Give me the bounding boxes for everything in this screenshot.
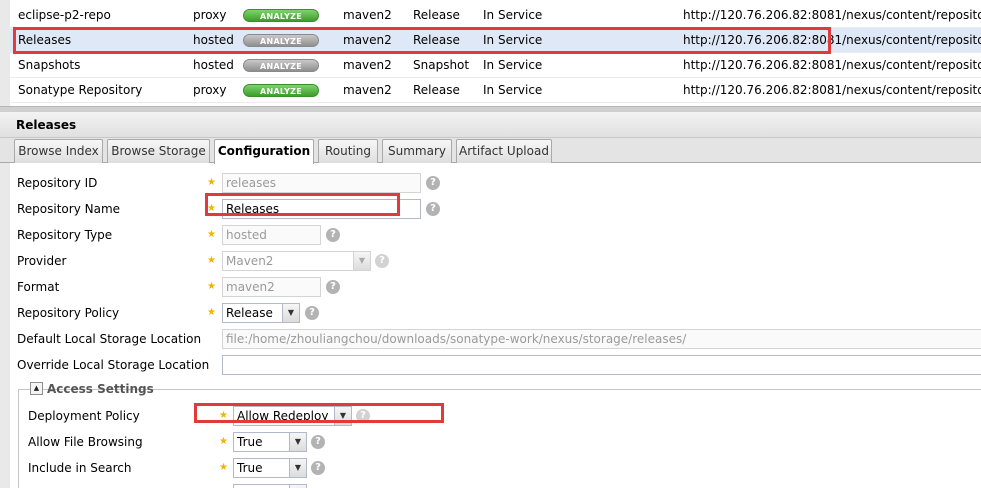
cut-off-select[interactable] — [233, 484, 307, 488]
repo-format-cell: maven2 — [343, 8, 392, 22]
chevron-down-icon[interactable]: ▼ — [334, 407, 351, 425]
default-storage-label: Default Local Storage Location — [17, 332, 202, 346]
chevron-down-icon[interactable]: ▼ — [289, 433, 306, 451]
include-in-search-label: Include in Search — [28, 461, 132, 475]
access-settings-fieldset — [18, 389, 981, 488]
repo-policy-cell: Release — [413, 33, 460, 47]
tab-routing[interactable]: Routing — [318, 139, 378, 163]
collapse-toggle-icon[interactable]: ▲ — [30, 382, 43, 395]
format-label: Format — [17, 280, 60, 294]
repository-type-label: Repository Type — [17, 228, 113, 242]
help-icon[interactable]: ? — [375, 254, 389, 268]
allow-file-browsing-select[interactable]: True ▼ — [233, 432, 307, 452]
analyze-button[interactable]: ANALYZE — [243, 34, 319, 47]
repository-policy-label: Repository Policy — [17, 306, 120, 320]
analyze-button[interactable]: ANALYZE — [243, 59, 319, 72]
deployment-policy-select[interactable]: Allow Redeploy ▼ — [233, 406, 352, 426]
help-icon[interactable]: ? — [326, 228, 340, 242]
analyze-button[interactable]: ANALYZE — [243, 84, 319, 97]
help-icon[interactable]: ? — [426, 176, 440, 190]
repo-type-cell: hosted — [193, 33, 234, 47]
repo-status-cell: In Service — [483, 8, 543, 22]
repo-url-link[interactable]: http://120.76.206.82:8081/nexus/content/… — [683, 28, 981, 53]
required-star-icon: ★ — [207, 229, 216, 240]
access-settings-title: Access Settings — [47, 382, 154, 396]
tab-configuration[interactable]: Configuration — [214, 139, 314, 164]
deployment-policy-value: Allow Redeploy — [237, 409, 329, 423]
repo-name-cell: Releases — [18, 33, 72, 47]
chevron-down-icon[interactable]: ▼ — [353, 252, 370, 270]
chevron-down-icon[interactable]: ▼ — [289, 459, 306, 477]
repository-name-field[interactable]: Releases — [222, 199, 421, 219]
repo-name-cell: eclipse-p2-repo — [18, 8, 111, 22]
repository-id-label: Repository ID — [17, 176, 98, 190]
repo-type-cell: proxy — [193, 83, 227, 97]
help-icon[interactable]: ? — [311, 461, 325, 475]
required-star-icon: ★ — [219, 410, 228, 421]
help-icon[interactable]: ? — [326, 280, 340, 294]
tab-artifact-upload[interactable]: Artifact Upload — [456, 139, 552, 163]
repo-url-link[interactable]: http://120.76.206.82:8081/nexus/content/… — [683, 3, 981, 28]
tab-browse-storage[interactable]: Browse Storage — [107, 139, 210, 163]
table-row[interactable]: Sonatype Repository proxy ANALYZE maven2… — [10, 78, 981, 103]
analyze-button[interactable]: ANALYZE — [243, 9, 319, 22]
required-star-icon: ★ — [207, 177, 216, 188]
repository-name-label: Repository Name — [17, 202, 121, 216]
tab-summary[interactable]: Summary — [382, 139, 452, 163]
include-in-search-select[interactable]: True ▼ — [233, 458, 307, 478]
panel-title: Releases — [16, 118, 77, 132]
provider-value: Maven2 — [226, 254, 274, 268]
repo-status-cell: In Service — [483, 33, 543, 47]
tab-browse-index[interactable]: Browse Index — [14, 139, 103, 163]
repo-name-cell: Snapshots — [18, 58, 81, 72]
repository-policy-value: Release — [226, 306, 273, 320]
repo-policy-cell: Release — [413, 8, 460, 22]
repo-policy-cell: Snapshot — [413, 58, 470, 72]
allow-file-browsing-label: Allow File Browsing — [28, 435, 143, 449]
required-star-icon: ★ — [207, 307, 216, 318]
required-star-icon: ★ — [219, 462, 228, 473]
include-in-search-value: True — [237, 461, 263, 475]
panel-header: Releases — [0, 112, 981, 138]
help-icon[interactable]: ? — [311, 435, 325, 449]
override-storage-label: Override Local Storage Location — [17, 358, 210, 372]
repo-format-cell: maven2 — [343, 83, 392, 97]
default-storage-field[interactable]: file:/home/zhouliangchou/downloads/sonat… — [222, 329, 981, 349]
repo-format-cell: maven2 — [343, 58, 392, 72]
repo-url-link[interactable]: http://120.76.206.82:8081/nexus/content/… — [683, 78, 981, 103]
provider-label: Provider — [17, 254, 67, 268]
table-row[interactable]: eclipse-p2-repo proxy ANALYZE maven2 Rel… — [10, 3, 981, 28]
repo-format-cell: maven2 — [343, 33, 392, 47]
repository-type-field[interactable]: hosted — [222, 225, 321, 245]
chevron-down-icon[interactable]: ▼ — [282, 304, 299, 322]
required-star-icon: ★ — [207, 281, 216, 292]
repo-status-cell: In Service — [483, 83, 543, 97]
repo-name-cell: Sonatype Repository — [18, 83, 143, 97]
help-icon[interactable]: ? — [356, 409, 370, 423]
repo-url-link[interactable]: http://120.76.206.82:8081/nexus/content/… — [683, 53, 981, 78]
required-star-icon: ★ — [207, 255, 216, 266]
repository-policy-select[interactable]: Release ▼ — [222, 303, 300, 323]
repo-status-cell: In Service — [483, 58, 543, 72]
required-star-icon: ★ — [219, 436, 228, 447]
repo-type-cell: hosted — [193, 58, 234, 72]
form-gutter — [0, 163, 10, 488]
help-icon[interactable]: ? — [426, 202, 440, 216]
table-row[interactable]: Snapshots hosted ANALYZE maven2 Snapshot… — [10, 53, 981, 78]
required-star-icon: ★ — [207, 203, 216, 214]
repo-type-cell: proxy — [193, 8, 227, 22]
tab-strip: Browse Index Browse Storage Configuratio… — [0, 138, 981, 164]
repository-id-field[interactable]: releases — [222, 173, 421, 193]
access-settings-legend: ▲ Access Settings — [30, 380, 154, 398]
override-storage-field[interactable] — [222, 355, 981, 375]
repo-policy-cell: Release — [413, 83, 460, 97]
provider-select[interactable]: Maven2 ▼ — [222, 251, 371, 271]
format-field[interactable]: maven2 — [222, 277, 321, 297]
help-icon[interactable]: ? — [305, 306, 319, 320]
table-row-selected[interactable]: Releases hosted ANALYZE maven2 Release I… — [10, 28, 981, 53]
allow-file-browsing-value: True — [237, 435, 263, 449]
repository-grid: eclipse-p2-repo proxy ANALYZE maven2 Rel… — [0, 0, 981, 106]
deployment-policy-label: Deployment Policy — [28, 409, 140, 423]
